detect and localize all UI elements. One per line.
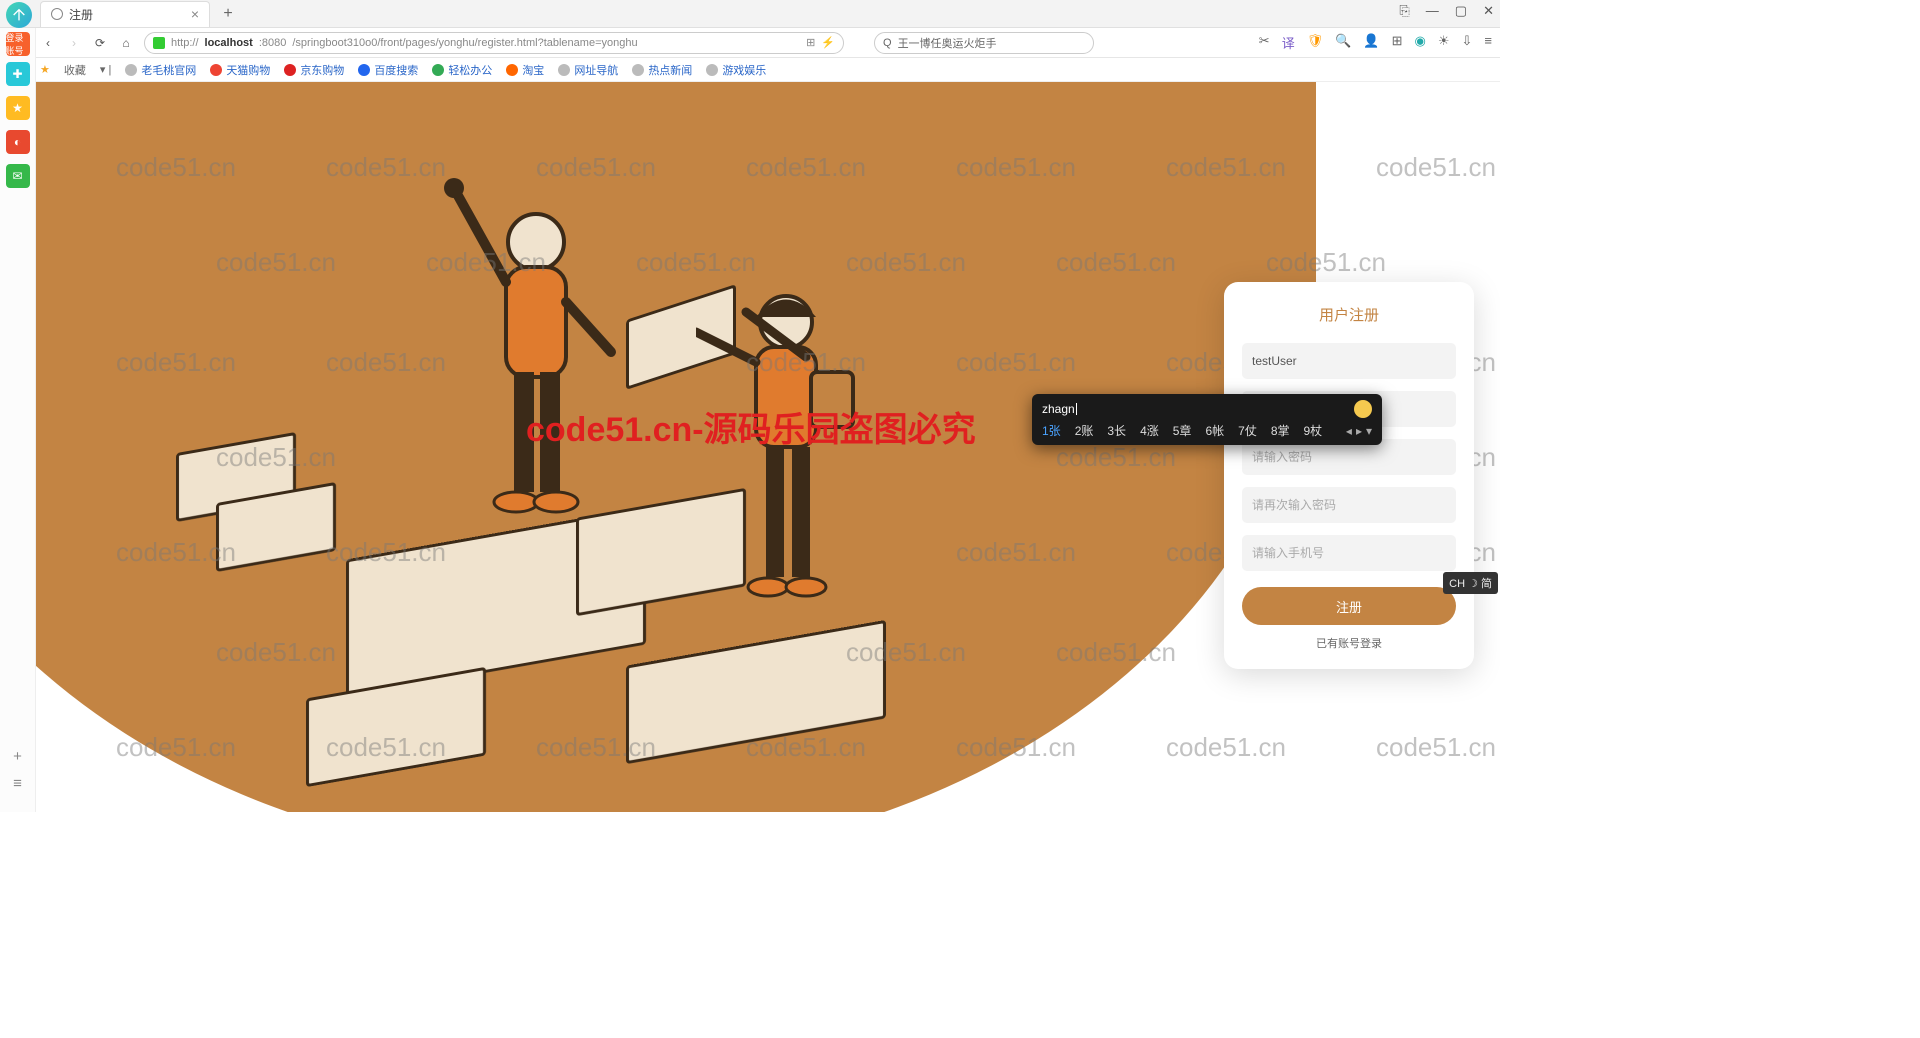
window-close-icon[interactable]: ✕	[1483, 3, 1494, 19]
ime-candidate[interactable]: 2账	[1075, 422, 1094, 439]
bookmark-item[interactable]: 百度搜索	[358, 62, 418, 78]
ime-candidate[interactable]: 9杖	[1304, 422, 1323, 439]
bookmark-icon	[558, 64, 570, 76]
bookmark-icon	[210, 64, 222, 76]
download-icon[interactable]: ⇩	[1462, 33, 1473, 52]
search-placeholder: 王一博任奥运火炬手	[898, 35, 997, 51]
ime-candidate[interactable]: 1张	[1042, 422, 1061, 439]
bookmark-icon	[706, 64, 718, 76]
username-input[interactable]	[1242, 343, 1456, 379]
sidebar-weibo-icon[interactable]: ◐	[6, 130, 30, 154]
shield2-icon[interactable]: 🛡	[1307, 33, 1324, 52]
left-sidebar: 登录账号 ✚ ★ ◐ ✉ + ≡	[0, 28, 36, 812]
menu-icon[interactable]: ≡	[1484, 33, 1492, 52]
globe-icon	[51, 8, 63, 20]
ime-candidate[interactable]: 7仗	[1238, 422, 1257, 439]
page-content: code51.cn code51.cn code51.cn code51.cn …	[36, 82, 1500, 812]
browser-tab[interactable]: 注册 ×	[40, 1, 210, 27]
bookmark-item[interactable]: 网址导航	[558, 62, 618, 78]
sidebar-add-icon[interactable]: +	[13, 748, 22, 765]
register-card: 用户注册 注册 已有账号登录	[1224, 282, 1474, 669]
sidebar-list-icon[interactable]: ≡	[13, 775, 22, 792]
zoom-icon[interactable]: 🔍	[1335, 33, 1351, 52]
ime-candidate[interactable]: 4涨	[1140, 422, 1159, 439]
bookmark-item[interactable]: 轻松办公	[432, 62, 492, 78]
bookmark-icon	[358, 64, 370, 76]
sidebar-login-badge[interactable]: 登录账号	[6, 32, 30, 56]
emoji-icon[interactable]	[1354, 400, 1372, 418]
ime-candidate[interactable]: 3长	[1107, 422, 1126, 439]
scissors-icon[interactable]: ✂	[1259, 33, 1270, 52]
window-controls: ⎘ — ▢ ✕	[1399, 3, 1494, 19]
translate-icon[interactable]: 译	[1282, 33, 1295, 52]
address-bar: ‹ › ⟳ ⌂ http:// localhost :8080/springboot…	[0, 28, 1500, 58]
fast-icon[interactable]: ⚡	[821, 36, 835, 49]
window-minimize-icon[interactable]: —	[1426, 3, 1439, 19]
search-icon: Q	[883, 37, 892, 49]
nav-home-icon[interactable]: ⌂	[118, 35, 134, 51]
ime-candidate[interactable]: 8掌	[1271, 422, 1290, 439]
hero-illustration	[156, 142, 936, 762]
sidebar-app1-icon[interactable]: ✚	[6, 62, 30, 86]
window-maximize-icon[interactable]: ▢	[1455, 3, 1467, 19]
url-port: :8080	[259, 37, 287, 49]
ime-popup: zhagn 1张 2账 3长 4涨 5章 6帐 7仗 8掌 9杖 ◂ ▸ ▾	[1032, 394, 1382, 445]
star-icon[interactable]: ★	[40, 63, 50, 76]
new-tab-button[interactable]: +	[218, 5, 238, 23]
bookmark-icon	[284, 64, 296, 76]
ime-candidate[interactable]: 5章	[1173, 422, 1192, 439]
card-title: 用户注册	[1242, 304, 1456, 325]
qr-icon[interactable]: ⊞	[806, 36, 815, 49]
tab-bar: 注册 × + ⎘ — ▢ ✕	[0, 0, 1500, 28]
bookmark-item[interactable]: 京东购物	[284, 62, 344, 78]
bookmark-item[interactable]: 老毛桃官网	[125, 62, 196, 78]
ime-candidates: 1张 2账 3长 4涨 5章 6帐 7仗 8掌 9杖 ◂ ▸ ▾	[1042, 422, 1372, 439]
ime-indicator[interactable]: CH ☽ 简	[1443, 572, 1498, 594]
url-path: /springboot310o0/front/pages/yonghu/regi…	[292, 37, 637, 49]
bookmark-item[interactable]: 天猫购物	[210, 62, 270, 78]
register-button[interactable]: 注册	[1242, 587, 1456, 625]
url-field[interactable]: http:// localhost :8080/springboot310o0/fr…	[144, 32, 844, 54]
login-link[interactable]: 已有账号登录	[1242, 635, 1456, 651]
nav-reload-icon[interactable]: ⟳	[92, 35, 108, 51]
sidebar-star-icon[interactable]: ★	[6, 96, 30, 120]
bookmark-item[interactable]: 游戏娱乐	[706, 62, 766, 78]
browser-logo-icon	[6, 2, 32, 28]
ime-next-icon[interactable]: ▸	[1356, 424, 1362, 438]
ime-composition: zhagn	[1042, 400, 1372, 418]
window-pin-icon[interactable]: ⎘	[1399, 3, 1409, 19]
search-field[interactable]: Q 王一博任奥运火炬手	[874, 32, 1094, 54]
url-host: localhost	[205, 37, 253, 49]
person-icon[interactable]: 👤	[1363, 33, 1379, 52]
phone-input[interactable]	[1242, 535, 1456, 571]
bookmark-item[interactable]: 淘宝	[506, 62, 544, 78]
bookmark-icon	[506, 64, 518, 76]
nav-forward-icon[interactable]: ›	[66, 35, 82, 51]
bookmarks-label: 收藏	[64, 62, 86, 78]
bookmark-icon	[432, 64, 444, 76]
ime-candidate[interactable]: 6帐	[1205, 422, 1224, 439]
ime-settings-icon[interactable]: ▾	[1366, 424, 1372, 438]
ime-prev-icon[interactable]: ◂	[1346, 424, 1352, 438]
bookmark-item[interactable]: 热点新闻	[632, 62, 692, 78]
grid-icon[interactable]: ⊞	[1392, 33, 1403, 52]
person-victory-icon	[436, 172, 636, 552]
tab-close-icon[interactable]: ×	[191, 6, 199, 22]
globe2-icon[interactable]: ◉	[1415, 33, 1426, 52]
person-holding-icon	[696, 262, 916, 622]
sun-icon[interactable]: ☀	[1438, 33, 1450, 52]
bookmark-icon	[125, 64, 137, 76]
toolbar-right: ✂ 译 🛡 🔍 👤 ⊞ ◉ ☀ ⇩ ≡	[1259, 33, 1492, 52]
password-confirm-input[interactable]	[1242, 487, 1456, 523]
bookmarks-bar: ★ 收藏 ▾ | 老毛桃官网 天猫购物 京东购物 百度搜索 轻松办公 淘宝 网址…	[0, 58, 1500, 82]
url-prefix: http://	[171, 37, 199, 49]
bookmark-icon	[632, 64, 644, 76]
shield-icon	[153, 37, 165, 49]
tab-title: 注册	[69, 6, 93, 23]
nav-back-icon[interactable]: ‹	[40, 35, 56, 51]
sidebar-mail-icon[interactable]: ✉	[6, 164, 30, 188]
